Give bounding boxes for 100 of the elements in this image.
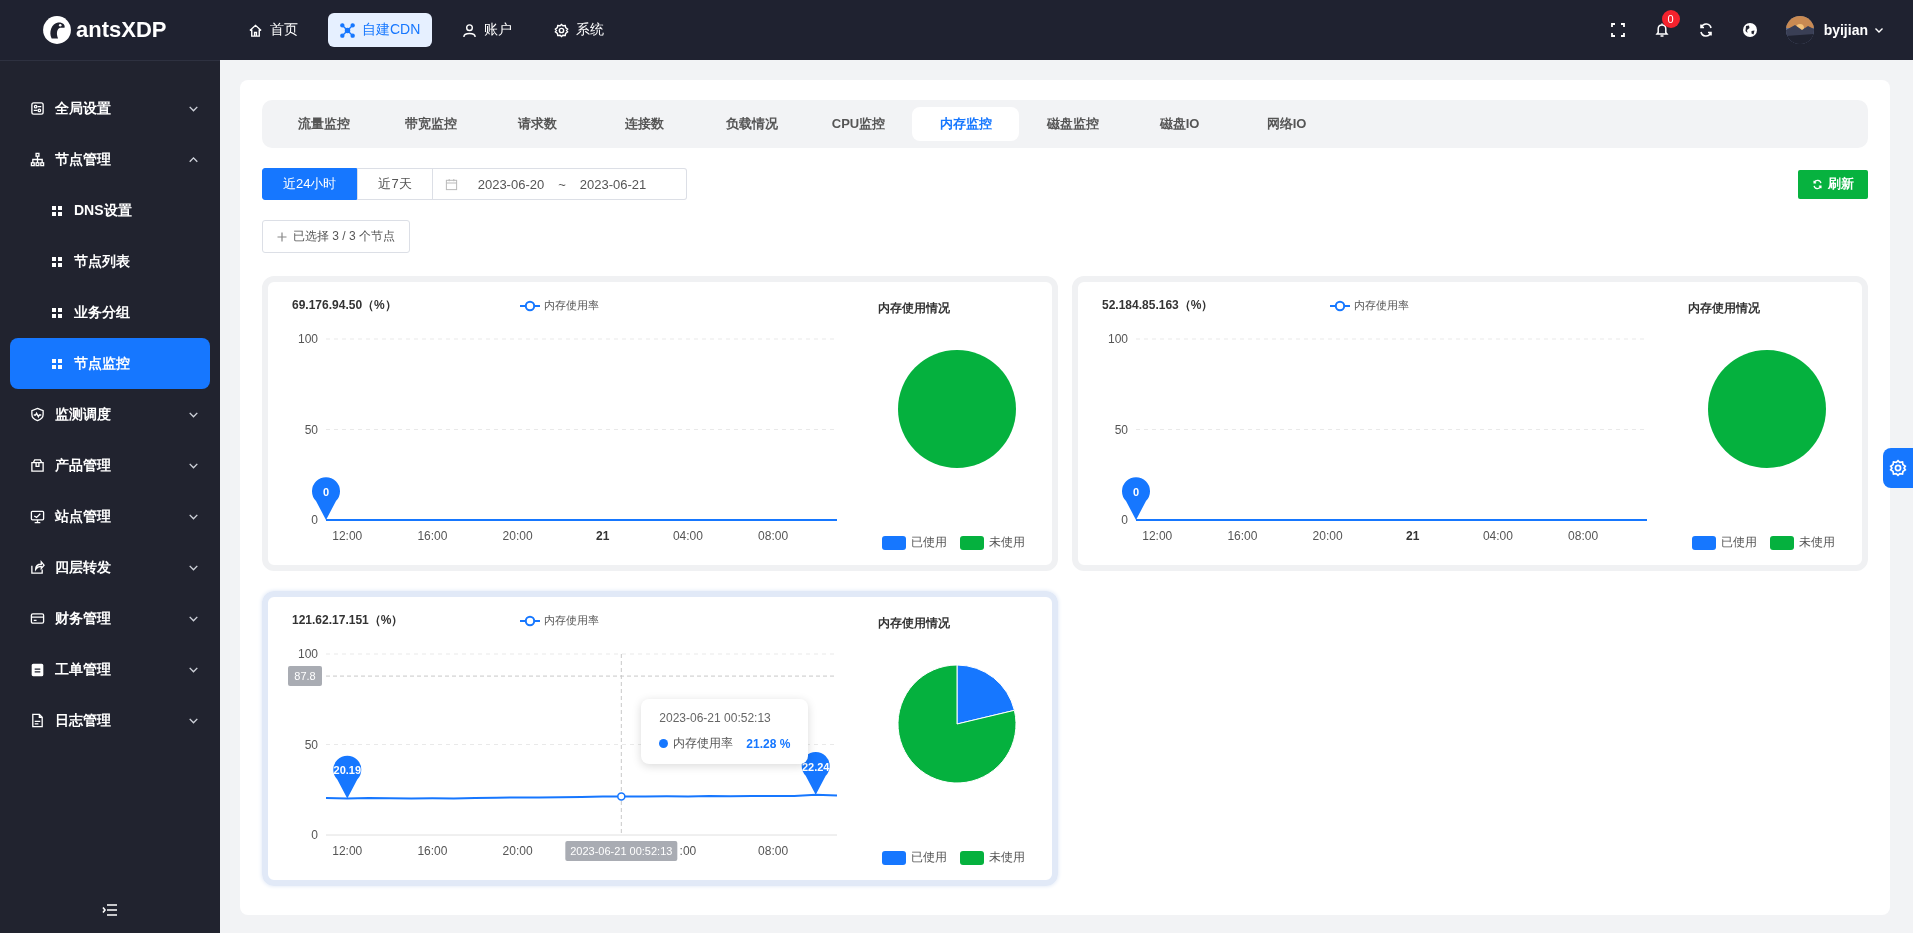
sidebar-subitem[interactable]: 节点列表: [10, 236, 210, 287]
hover-point: [617, 792, 626, 801]
marker-pin: 20.19: [333, 755, 362, 799]
settings-icon: [1889, 459, 1907, 477]
tab[interactable]: 内存监控: [912, 107, 1019, 141]
sidebar-subitem[interactable]: DNS设置: [10, 185, 210, 236]
node-selector-button[interactable]: 已选择 3 / 3 个节点: [262, 220, 411, 253]
sidebar-item[interactable]: 节点管理: [0, 134, 220, 185]
date-range-field[interactable]: 2023-06-20 ~ 2023-06-21: [432, 168, 688, 200]
fullscreen-icon[interactable]: [1609, 22, 1626, 38]
axis-label: 100: [297, 647, 318, 661]
sidebar-subitem[interactable]: 业务分组: [10, 287, 210, 338]
legend-label: 内存使用率: [544, 613, 599, 628]
axis-label: 16:00: [1227, 529, 1258, 543]
pie-title: 内存使用情况: [878, 300, 950, 317]
legend-swatch: [881, 850, 906, 865]
nav-item[interactable]: 账户: [450, 13, 525, 47]
sidebar-item[interactable]: 日志管理: [0, 695, 220, 746]
user-menu[interactable]: byijian: [1817, 21, 1891, 39]
shield-icon: [30, 407, 45, 422]
clipboard-icon: [30, 662, 45, 677]
sidebar-item[interactable]: 站点管理: [0, 491, 220, 542]
axis-label: 21: [1406, 529, 1420, 543]
tab[interactable]: 请求数: [484, 107, 591, 141]
annotation: 0: [322, 486, 330, 498]
legend-label: 已使用: [910, 534, 947, 551]
range-button[interactable]: 近7天: [357, 168, 433, 200]
tab[interactable]: 连接数: [591, 107, 698, 141]
range-button[interactable]: 近24小时: [262, 168, 358, 200]
home-icon: [248, 22, 263, 38]
tooltip-value: 21.28 %: [746, 736, 791, 751]
tooltip-label: 内存使用率: [673, 735, 734, 753]
panel-icon: [30, 101, 45, 116]
package-icon: [30, 458, 45, 473]
hierarchy-icon: [30, 152, 45, 167]
axis-label: 16:00: [417, 844, 448, 858]
pie-title: 内存使用情况: [878, 615, 950, 632]
tab[interactable]: 带宽监控: [377, 107, 484, 141]
legend-swatch: [1691, 535, 1716, 550]
axis-label: 0: [311, 828, 318, 842]
nav-item[interactable]: 系统: [542, 13, 617, 47]
nav-item[interactable]: 自建CDN: [328, 13, 433, 47]
legend-swatch: [959, 850, 984, 865]
axis-label: 04:00: [672, 529, 703, 543]
legend-label: 内存使用率: [544, 298, 599, 313]
tab[interactable]: 磁盘IO: [1126, 107, 1233, 141]
sidebar-item[interactable]: 工单管理: [0, 644, 220, 695]
refresh-icon[interactable]: [1697, 22, 1714, 38]
tab[interactable]: 磁盘监控: [1019, 107, 1126, 141]
sidebar-item[interactable]: 财务管理: [0, 593, 220, 644]
notification-icon[interactable]: [1653, 22, 1670, 38]
axis-label: 50: [304, 422, 318, 437]
axis-label: 50: [1114, 422, 1128, 437]
share-icon: [30, 560, 45, 575]
chart-title: 121.62.17.151（%）: [292, 612, 405, 629]
series-dot-icon: [659, 739, 669, 749]
axis-label: 16:00: [417, 529, 448, 543]
axis-pointer-label: 87.8: [288, 666, 322, 687]
collapse-menu-icon[interactable]: [102, 903, 118, 917]
axis-label: 100: [297, 332, 318, 346]
grid-icon: [52, 205, 62, 216]
brand-name: antsXDP: [76, 17, 167, 43]
axis-label: 12:00: [1142, 529, 1173, 543]
grid-icon: [52, 256, 62, 267]
network-icon: [340, 22, 355, 38]
axis-label: 12:00: [332, 844, 363, 858]
tab[interactable]: 流量监控: [270, 107, 377, 141]
legend-label: 未使用: [1798, 534, 1835, 551]
tab[interactable]: 网络IO: [1233, 107, 1340, 141]
user-icon: [462, 22, 478, 38]
globe-icon[interactable]: [1741, 22, 1758, 38]
document-icon: [30, 713, 45, 728]
tab[interactable]: 负载情况: [698, 107, 805, 141]
bird-logo-icon: [42, 15, 72, 45]
axis-label: 20:00: [502, 844, 533, 858]
legend-label: 已使用: [910, 849, 947, 866]
plus-icon: [277, 231, 287, 242]
chart-title: 52.184.85.163（%）: [1102, 297, 1215, 314]
tab[interactable]: CPU监控: [805, 107, 912, 141]
sidebar-item[interactable]: 产品管理: [0, 440, 220, 491]
sidebar-item[interactable]: 监测调度: [0, 389, 220, 440]
axis-label: 12:00: [332, 529, 363, 543]
legend-label: 已使用: [1720, 534, 1757, 551]
axis-label: 04:00: [1482, 529, 1513, 543]
legend-label: 内存使用率: [1354, 298, 1409, 313]
sidebar-item[interactable]: 四层转发: [0, 542, 220, 593]
calendar-icon: [444, 177, 458, 191]
axis-pointer-label: 2023-06-21 00:52:13: [565, 841, 678, 861]
nav-item[interactable]: 首页: [236, 13, 310, 47]
pie-title: 内存使用情况: [1688, 300, 1760, 317]
grid-icon: [52, 358, 62, 369]
axis-label: 50: [304, 737, 318, 752]
legend-swatch: [959, 535, 984, 550]
axis-label: 100: [1107, 332, 1128, 346]
settings-button[interactable]: [1883, 448, 1913, 488]
annotation: 20.19: [333, 764, 362, 777]
sidebar-item[interactable]: 全局设置: [0, 83, 220, 134]
chart-title: 69.176.94.50（%）: [292, 297, 398, 314]
sidebar-subitem[interactable]: 节点监控: [10, 338, 210, 389]
axis-label: 08:00: [1568, 529, 1599, 543]
